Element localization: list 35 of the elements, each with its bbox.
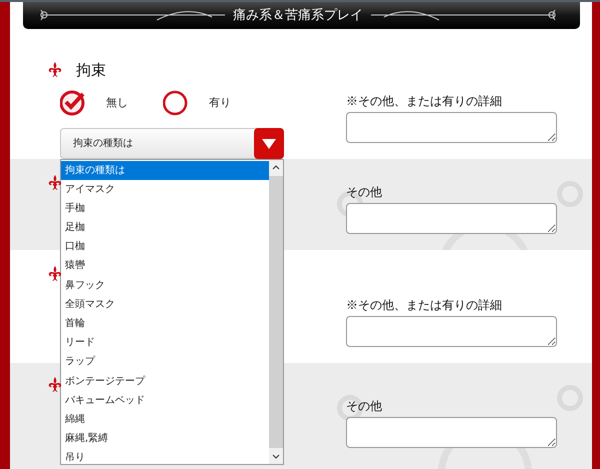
dropdown-option[interactable]: 全頭マスク xyxy=(61,294,269,314)
detail-textarea[interactable] xyxy=(346,112,557,144)
fleur-de-lis-icon xyxy=(48,62,62,78)
radio-option[interactable]: 有り xyxy=(163,90,266,116)
dropdown-option[interactable]: 猿轡 xyxy=(61,256,269,276)
dropdown-option[interactable]: 足枷 xyxy=(61,218,269,238)
header-title: 痛み系＆苦痛系プレイ xyxy=(233,7,363,24)
dropdown-option[interactable]: アイマスク xyxy=(61,180,269,199)
section-title: 拘束 xyxy=(76,60,106,80)
dropdown-option[interactable]: バキュームベッド xyxy=(61,390,269,410)
radio-option[interactable]: 無し xyxy=(60,90,163,116)
detail-textarea[interactable] xyxy=(346,316,557,347)
dropdown-option[interactable]: 綿縄 xyxy=(61,410,269,430)
dropdown-option[interactable]: 鼻フック xyxy=(61,276,269,295)
detail-label: ※その他、または有りの詳細 xyxy=(346,296,503,314)
dropdown-option[interactable]: 麻縄,緊縛 xyxy=(61,429,269,448)
scrollbar[interactable] xyxy=(269,160,283,464)
dropdown-option[interactable]: ボンテージテープ xyxy=(61,372,269,391)
scroll-up-icon[interactable] xyxy=(269,160,283,176)
dropdown-option[interactable]: 口枷 xyxy=(61,237,269,256)
dropdown-option[interactable]: 拘束の種類は xyxy=(61,160,269,180)
detail-textarea[interactable] xyxy=(346,416,557,448)
dropdown-option[interactable]: 首輪 xyxy=(61,314,269,334)
fleur-de-lis-icon xyxy=(48,266,62,282)
fleur-de-lis-icon xyxy=(48,376,62,393)
detail-label: ※その他、または有りの詳細 xyxy=(346,93,503,110)
fleur-de-lis-icon xyxy=(48,175,62,192)
detail-label: その他 xyxy=(346,184,383,201)
detail-label: その他 xyxy=(346,398,383,415)
dropdown-option[interactable]: リード xyxy=(61,333,269,352)
dropdown-option[interactable]: 手枷 xyxy=(61,198,269,218)
dropdown-option[interactable]: 吊り xyxy=(61,448,269,468)
detail-textarea[interactable] xyxy=(346,202,557,234)
scroll-down-icon[interactable] xyxy=(269,448,283,464)
dropdown-option[interactable]: ラップ xyxy=(61,352,269,372)
